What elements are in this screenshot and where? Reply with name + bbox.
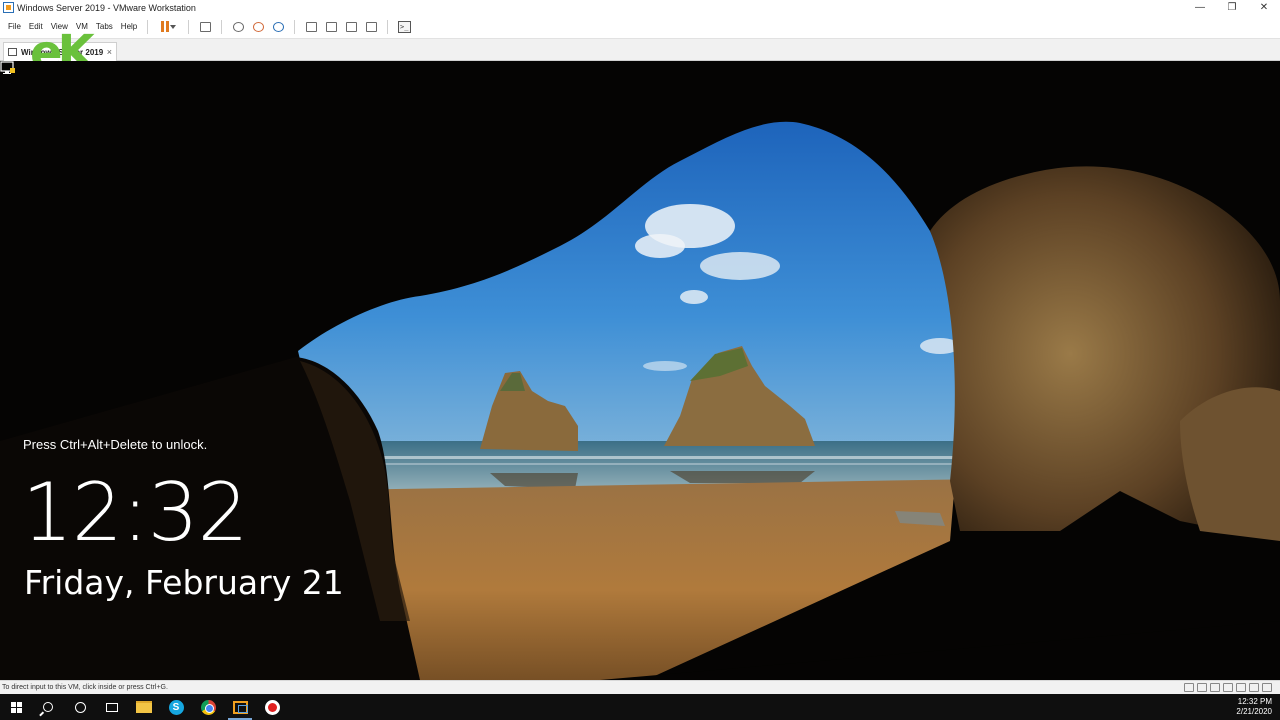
search-icon [43, 702, 53, 712]
toolbar-separator [294, 19, 296, 34]
vm-display[interactable]: Press Ctrl+Alt+Delete to unlock. 12:32 F… [0, 61, 1280, 680]
menu-toolbar: File Edit View VM Tabs Help >_ [0, 15, 1280, 39]
unity-icon [365, 21, 377, 32]
status-bar: To direct input to this VM, click inside… [0, 680, 1280, 694]
sound-icon[interactable] [1236, 683, 1246, 692]
display-icon[interactable] [1262, 683, 1272, 692]
send-ctrl-alt-del-button[interactable] [197, 19, 213, 35]
send-ctrl-alt-del-icon [199, 21, 211, 32]
revert-snapshot-button[interactable] [250, 19, 266, 35]
cd-dvd-icon[interactable] [1197, 683, 1207, 692]
menu-tabs[interactable]: Tabs [92, 22, 117, 31]
skype-icon: S [168, 699, 184, 715]
window-controls: — ❐ ✕ [1184, 0, 1280, 15]
task-view-icon [106, 702, 118, 712]
recorder-icon [264, 699, 280, 715]
restore-button[interactable]: ❐ [1216, 0, 1248, 15]
vm-icon [8, 48, 17, 56]
toolbar-separator [147, 19, 149, 34]
lockscreen-clock: 12:32 [22, 466, 249, 559]
minimize-button[interactable]: — [1184, 0, 1216, 15]
hard-disk-icon[interactable] [1184, 683, 1194, 692]
unlock-instruction: Press Ctrl+Alt+Delete to unlock. [23, 437, 208, 452]
network-icon[interactable] [0, 61, 16, 75]
start-button[interactable] [0, 694, 32, 720]
lockscreen-date: Friday, February 21 [24, 563, 344, 602]
device-status-icons [1184, 683, 1272, 692]
taskbar-file-explorer[interactable] [128, 694, 160, 720]
toolbar-separator [188, 19, 190, 34]
system-clock[interactable]: 12:32 PM 2/21/2020 [1236, 697, 1272, 717]
taskbar-vmware[interactable] [224, 694, 256, 720]
thumbnail-bar-icon [325, 21, 337, 32]
chrome-icon [200, 699, 216, 715]
window-title: Windows Server 2019 - VMware Workstation [17, 2, 196, 13]
status-message: To direct input to this VM, click inside… [2, 684, 168, 691]
toolbar-separator [387, 19, 389, 34]
cortana-icon [74, 701, 86, 713]
thumbnail-bar-button[interactable] [323, 19, 339, 35]
console-view-icon: >_ [397, 20, 411, 33]
snapshot-manager-icon [272, 21, 284, 32]
title-bar: Windows Server 2019 - VMware Workstation… [0, 0, 1280, 15]
show-library-button[interactable] [303, 19, 319, 35]
cortana-button[interactable] [64, 694, 96, 720]
vmware-app-icon [3, 2, 14, 13]
usb-icon[interactable] [1223, 683, 1233, 692]
pause-icon [160, 21, 169, 32]
snapshot-manager-button[interactable] [270, 19, 286, 35]
system-date: 2/21/2020 [1236, 707, 1272, 716]
tab-strip: Windows Server 2019 × [0, 39, 1280, 61]
console-view-button[interactable]: >_ [396, 19, 412, 35]
snapshot-icon [232, 21, 244, 32]
menu-help[interactable]: Help [117, 22, 141, 31]
revert-snapshot-icon [252, 21, 264, 32]
pause-button[interactable] [156, 19, 180, 35]
host-taskbar: S 12:32 PM 2/21/2020 [0, 694, 1280, 720]
taskbar-recorder[interactable] [256, 694, 288, 720]
close-button[interactable]: ✕ [1248, 0, 1280, 15]
windows-start-icon [10, 701, 22, 713]
system-time: 12:32 PM [1237, 697, 1272, 706]
task-view-button[interactable] [96, 694, 128, 720]
toolbar-separator [221, 19, 223, 34]
network-adapter-icon[interactable] [1210, 683, 1220, 692]
full-screen-button[interactable] [343, 19, 359, 35]
take-snapshot-button[interactable] [230, 19, 246, 35]
unity-button[interactable] [363, 19, 379, 35]
vmware-icon [232, 700, 248, 714]
taskbar-chrome[interactable] [192, 694, 224, 720]
file-explorer-icon [136, 701, 152, 713]
full-screen-icon [345, 21, 357, 32]
show-library-icon [305, 21, 317, 32]
close-tab-icon[interactable]: × [107, 47, 112, 57]
taskbar-skype[interactable]: S [160, 694, 192, 720]
printer-icon[interactable] [1249, 683, 1259, 692]
menu-file[interactable]: File [4, 22, 25, 31]
chevron-down-icon [169, 24, 176, 29]
search-button[interactable] [32, 694, 64, 720]
